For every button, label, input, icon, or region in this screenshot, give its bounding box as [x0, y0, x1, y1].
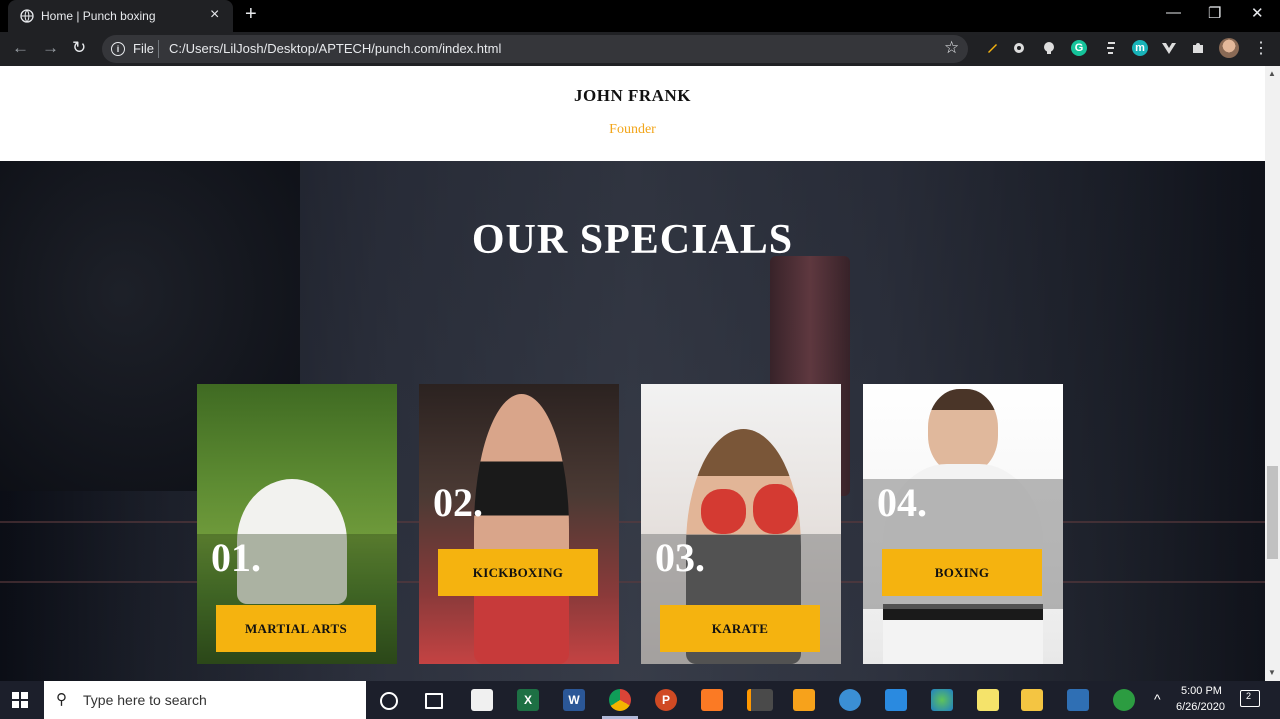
- xampp-icon[interactable]: [701, 689, 723, 711]
- profile-avatar[interactable]: [1219, 38, 1239, 58]
- tab-title: Home | Punch boxing: [41, 9, 156, 23]
- task-view-icon[interactable]: [425, 693, 443, 709]
- windows-start-icon[interactable]: [12, 692, 28, 708]
- close-window-icon[interactable]: ✕: [1251, 4, 1264, 22]
- excel-icon[interactable]: X: [517, 689, 539, 711]
- divider: [158, 40, 159, 58]
- notification-count: 2: [1246, 691, 1252, 701]
- back-icon[interactable]: ←: [12, 38, 29, 58]
- special-card-kickboxing[interactable]: 02. KICKBOXING: [419, 384, 619, 664]
- m-extension-icon[interactable]: m: [1132, 40, 1148, 56]
- winrar-icon[interactable]: [793, 689, 815, 711]
- founder-role: Founder: [609, 122, 656, 137]
- powerpoint-icon[interactable]: P: [655, 689, 677, 711]
- founder-name: JOHN FRANK: [574, 86, 691, 105]
- url-text[interactable]: C:/Users/LilJosh/Desktop/APTECH/punch.co…: [169, 41, 501, 56]
- chrome-icon[interactable]: [609, 689, 631, 711]
- script-icon[interactable]: [1103, 40, 1119, 56]
- forward-icon[interactable]: →: [42, 38, 59, 58]
- sublime-icon[interactable]: [747, 689, 773, 711]
- special-card-karate[interactable]: 03. KARATE: [641, 384, 841, 664]
- karate-button[interactable]: KARATE: [660, 605, 820, 652]
- martial-arts-button[interactable]: MARTIAL ARTS: [216, 605, 376, 652]
- photos-icon[interactable]: [1067, 689, 1089, 711]
- card-number: 03.: [655, 535, 705, 580]
- ring-rope: [0, 521, 1265, 523]
- search-icon: ⚲: [56, 691, 67, 708]
- browser-toolbar: ← → ↻ i File C:/Users/LilJosh/Desktop/AP…: [0, 32, 1280, 66]
- page-scrollbar[interactable]: ▲ ▼: [1265, 66, 1280, 681]
- new-tab-button[interactable]: +: [245, 3, 257, 26]
- card-number: 04.: [877, 480, 927, 525]
- scrollbar-thumb[interactable]: [1267, 466, 1278, 559]
- windows-taskbar: ⚲ Type here to search X W P ^ 5:00 PM 6/…: [0, 681, 1280, 719]
- page-viewport: JOHN FRANK Founder OUR SPECIALS 01. MART…: [0, 66, 1265, 681]
- scroll-up-arrow-icon[interactable]: ▲: [1268, 69, 1276, 78]
- scroll-down-arrow-icon[interactable]: ▼: [1268, 668, 1276, 677]
- specials-section: OUR SPECIALS 01. MARTIAL ARTS 02. KICKBO…: [0, 161, 1265, 681]
- special-card-boxing[interactable]: 04. BOXING: [863, 384, 1063, 664]
- founder-section: JOHN FRANK Founder: [0, 66, 1265, 161]
- vscode-icon[interactable]: [885, 689, 907, 711]
- info-icon[interactable]: i: [111, 42, 125, 56]
- file-scheme-label: File: [133, 41, 154, 56]
- file-explorer-icon[interactable]: [1021, 689, 1043, 711]
- kickboxing-button[interactable]: KICKBOXING: [438, 549, 598, 596]
- tray-arrow-icon[interactable]: ^: [1154, 691, 1161, 707]
- browser-titlebar: Home | Punch boxing × + — ❐ ✕: [0, 0, 1280, 32]
- clock-time[interactable]: 5:00 PM: [1181, 685, 1222, 697]
- kickboxer-photo: [474, 394, 569, 664]
- ring-rope: [0, 581, 1265, 583]
- notification-center-icon[interactable]: 2: [1240, 690, 1260, 707]
- globe-icon: [20, 9, 34, 23]
- address-bar[interactable]: i File C:/Users/LilJosh/Desktop/APTECH/p…: [102, 35, 968, 63]
- store-icon[interactable]: [471, 689, 493, 711]
- reload-icon[interactable]: ↻: [72, 38, 86, 58]
- bookmark-star-icon[interactable]: ☆: [944, 38, 959, 58]
- card-number: 02.: [433, 480, 483, 525]
- chrome-menu-icon[interactable]: ⋮: [1253, 38, 1269, 58]
- word-icon[interactable]: W: [563, 689, 585, 711]
- search-placeholder: Type here to search: [83, 692, 207, 708]
- cortana-icon[interactable]: [380, 692, 398, 710]
- puzzle-icon[interactable]: [1190, 40, 1206, 56]
- pencil-icon[interactable]: [984, 40, 1000, 56]
- upwork-icon[interactable]: [1113, 689, 1135, 711]
- fighter-man-photo: [928, 389, 998, 474]
- boxing-button[interactable]: BOXING: [882, 549, 1042, 596]
- close-tab-icon[interactable]: ×: [210, 6, 219, 24]
- browser-tab[interactable]: Home | Punch boxing ×: [8, 0, 233, 32]
- vue-icon[interactable]: [1161, 40, 1177, 56]
- specials-title: OUR SPECIALS: [471, 217, 794, 263]
- bulb-icon[interactable]: [1041, 40, 1057, 56]
- taskbar-search-box[interactable]: ⚲ Type here to search: [44, 681, 366, 719]
- minimize-icon[interactable]: —: [1166, 4, 1181, 21]
- grammarly-icon[interactable]: G: [1071, 40, 1087, 56]
- boxing-glove: [701, 489, 746, 534]
- special-card-martial-arts[interactable]: 01. MARTIAL ARTS: [197, 384, 397, 664]
- gear-icon[interactable]: [1011, 40, 1027, 56]
- notepad-icon[interactable]: [977, 689, 999, 711]
- boxing-glove: [753, 484, 798, 534]
- clock-date[interactable]: 6/26/2020: [1176, 701, 1225, 713]
- corel-icon[interactable]: [839, 689, 861, 711]
- globe-icon[interactable]: [931, 689, 953, 711]
- card-number: 01.: [211, 535, 261, 580]
- restore-icon[interactable]: ❐: [1208, 4, 1221, 22]
